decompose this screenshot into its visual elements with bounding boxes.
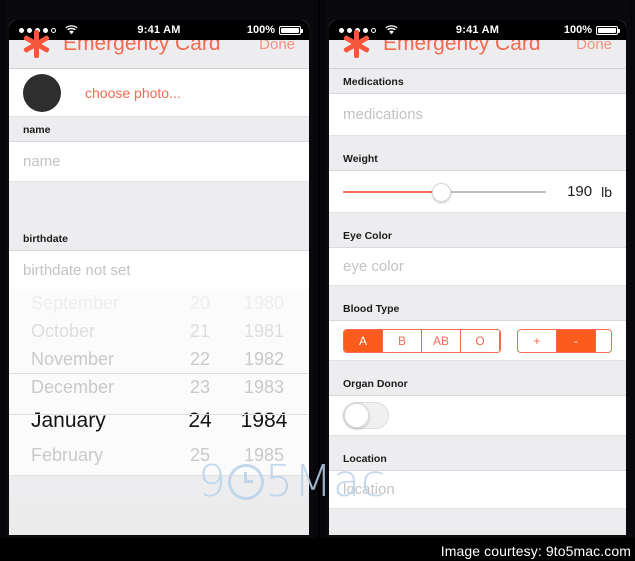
bottom-padding-left: [9, 476, 309, 498]
picker-item[interactable]: September: [31, 289, 174, 317]
picker-item[interactable]: 21: [174, 317, 226, 345]
location-field-row[interactable]: location: [329, 471, 626, 509]
picker-item[interactable]: 23: [174, 373, 226, 401]
weight-unit: lb: [601, 183, 612, 200]
eye-color-input[interactable]: eye color: [343, 258, 404, 275]
section-spacer: [329, 436, 626, 446]
picker-item[interactable]: March: [31, 469, 174, 475]
picker-item[interactable]: October: [31, 317, 174, 345]
section-header-organ-donor: Organ Donor: [329, 371, 626, 396]
eye-color-field-row[interactable]: eye color: [329, 248, 626, 286]
picker-item[interactable]: 20: [174, 289, 226, 317]
status-time-left: 9:41 AM: [137, 24, 181, 36]
battery-full-icon: [596, 25, 620, 35]
picker-item-selected-year[interactable]: 1984: [226, 401, 302, 441]
section-header-eye-color: Eye Color: [329, 223, 626, 248]
section-spacer: [329, 286, 626, 296]
picker-item-selected-month[interactable]: January: [31, 401, 174, 441]
picker-item[interactable]: February: [31, 441, 174, 469]
medications-input[interactable]: medications: [343, 106, 423, 123]
weight-slider-thumb[interactable]: [431, 183, 451, 202]
picker-item[interactable]: 1983: [226, 373, 302, 401]
screen-left: 9:41 AM 100% Emergency Card Done choose …: [9, 20, 309, 535]
choose-photo-row[interactable]: choose photo...: [9, 69, 309, 117]
picker-item[interactable]: 25: [174, 441, 226, 469]
status-bar-right: 9:41 AM 100%: [329, 20, 626, 40]
picker-item[interactable]: December: [31, 373, 174, 401]
picker-item[interactable]: 1982: [226, 345, 302, 373]
section-spacer: [329, 136, 626, 146]
section-spacer: [329, 213, 626, 223]
rh-option-unknown[interactable]: ?: [595, 329, 611, 352]
section-header-weight: Weight: [329, 146, 626, 171]
weight-slider[interactable]: [343, 183, 547, 202]
blood-type-option-b[interactable]: B: [383, 329, 422, 352]
rh-factor-segmented-control[interactable]: + - ?: [516, 328, 612, 353]
status-time-right: 9:41 AM: [455, 24, 500, 36]
blood-type-option-ab[interactable]: AB: [422, 329, 461, 352]
picker-column-month[interactable]: September October November December Janu…: [9, 289, 174, 475]
picker-item[interactable]: 1986: [226, 469, 302, 475]
section-spacer: [329, 361, 626, 371]
section-spacer: [9, 182, 309, 226]
picker-columns: September October November December Janu…: [9, 289, 309, 475]
picker-item[interactable]: 22: [174, 345, 226, 373]
section-header-blood-type: Blood Type: [329, 296, 626, 321]
name-field-row[interactable]: name: [9, 142, 309, 182]
blood-type-option-o[interactable]: O: [461, 329, 500, 352]
picker-item[interactable]: 1980: [226, 289, 302, 317]
medications-field-row[interactable]: medications: [329, 94, 626, 136]
birthdate-picker[interactable]: September October November December Janu…: [9, 289, 309, 476]
rh-option-positive[interactable]: +: [517, 329, 557, 352]
organ-donor-toggle[interactable]: [343, 402, 389, 429]
screen-right: 9:41 AM 100% Emergency Card Done Medicat…: [329, 20, 626, 535]
phone-right: 9:41 AM 100% Emergency Card Done Medicat…: [320, 0, 635, 538]
toggle-knob[interactable]: [344, 403, 369, 428]
image-credit-caption: Image courtesy: 9to5mac.com: [440, 543, 631, 559]
battery-full-icon: [279, 25, 303, 35]
blood-type-option-unknown[interactable]: ?: [500, 330, 501, 352]
picker-item-selected-day[interactable]: 24: [174, 401, 226, 441]
weight-slider-fill: [343, 190, 441, 193]
name-input[interactable]: name: [23, 153, 61, 170]
section-header-medications: Medications: [329, 69, 626, 94]
picker-column-day[interactable]: 20 21 22 23 24 25 26 27 28: [174, 289, 226, 475]
status-bar-left: 9:41 AM 100%: [9, 20, 309, 40]
photo-avatar[interactable]: [23, 73, 61, 112]
blood-type-row[interactable]: A B AB O ? + - ?: [329, 321, 626, 361]
blood-type-segmented-control[interactable]: A B AB O ?: [343, 328, 501, 353]
blood-type-option-a[interactable]: A: [344, 329, 383, 352]
section-header-location: Location: [329, 446, 626, 471]
choose-photo-label[interactable]: choose photo...: [85, 85, 181, 101]
picker-item[interactable]: November: [31, 345, 174, 373]
section-header-birthdate: birthdate: [9, 226, 309, 251]
picker-column-year[interactable]: 1980 1981 1982 1983 1984 1985 1986 1987 …: [226, 289, 302, 475]
screenshot-stage: 9:41 AM 100% Emergency Card Done choose …: [0, 0, 635, 561]
section-header-name: name: [9, 117, 309, 142]
birthdate-value[interactable]: birthdate not set: [23, 262, 131, 279]
picker-item[interactable]: 1981: [226, 317, 302, 345]
phone-left: 9:41 AM 100% Emergency Card Done choose …: [0, 0, 318, 538]
organ-donor-row[interactable]: [329, 396, 626, 436]
picker-item[interactable]: 1985: [226, 441, 302, 469]
asterisk-medical-icon: [341, 29, 371, 59]
bottom-padding-right: [329, 509, 626, 531]
location-input[interactable]: location: [343, 481, 395, 498]
picker-item[interactable]: 26: [174, 469, 226, 475]
asterisk-medical-icon: [21, 29, 51, 59]
birthdate-field-row[interactable]: birthdate not set: [9, 251, 309, 289]
weight-value: 190: [567, 183, 593, 200]
rh-option-negative[interactable]: -: [556, 329, 596, 352]
weight-row[interactable]: 190 lb: [329, 171, 626, 213]
